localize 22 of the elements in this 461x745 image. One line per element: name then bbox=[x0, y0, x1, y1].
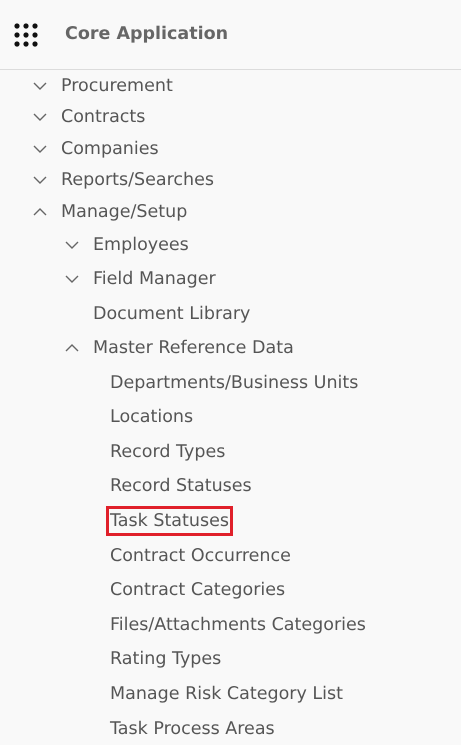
nav-link[interactable]: Contract Occurrence bbox=[110, 542, 291, 569]
nav-group[interactable]: Field Manager bbox=[93, 266, 216, 292]
nav-group[interactable]: Master Reference Data bbox=[93, 335, 294, 362]
nav-group[interactable]: Procurement bbox=[61, 72, 173, 99]
nav-group[interactable]: Employees bbox=[93, 232, 189, 258]
app-grid-icon[interactable] bbox=[14, 22, 38, 46]
nav-link[interactable]: Locations bbox=[110, 404, 194, 431]
nav-group[interactable]: Contracts bbox=[61, 104, 146, 130]
nav-link[interactable]: Files/Attachments Categories bbox=[110, 612, 366, 638]
nav-group[interactable]: Reports/Searches bbox=[61, 167, 214, 194]
nav-link[interactable]: Record Types bbox=[110, 438, 226, 466]
nav-group[interactable]: Manage/Setup bbox=[61, 198, 188, 225]
app-title: Core Application bbox=[65, 23, 228, 46]
nav-link[interactable]: Departments/Business Units bbox=[110, 370, 358, 396]
nav-link[interactable]: Contract Categories bbox=[110, 577, 286, 604]
nav-link[interactable]: Document Library bbox=[93, 300, 250, 327]
nav-link[interactable]: Manage Risk Category List bbox=[110, 681, 344, 708]
nav-group[interactable]: Companies bbox=[61, 136, 159, 162]
nav-link[interactable]: Rating Types bbox=[110, 646, 222, 673]
nav-link[interactable]: Task Process Areas bbox=[110, 716, 275, 742]
nav-link[interactable]: Record Statuses bbox=[110, 473, 252, 500]
highlighted-nav-link[interactable]: Task Statuses bbox=[108, 508, 231, 534]
